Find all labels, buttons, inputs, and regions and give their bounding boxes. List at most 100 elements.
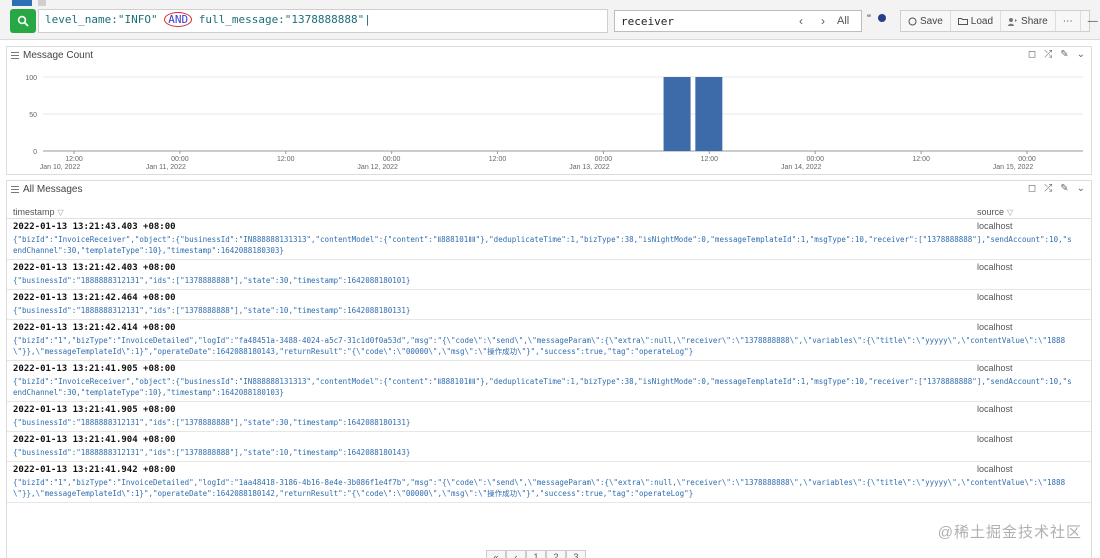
chevron-down-icon[interactable]: ⌄: [1077, 183, 1085, 194]
collapse-button[interactable]: —: [1081, 11, 1100, 31]
row-source[interactable]: localhost: [977, 262, 1013, 272]
table-row[interactable]: 2022-01-13 13:21:41.905 +08:00 localhost {…: [7, 402, 1091, 432]
x-tick-time: 12:00: [277, 156, 295, 163]
row-timestamp: 2022-01-13 13:21:42.464 +08:00: [13, 293, 176, 303]
sort-icon[interactable]: ▽: [58, 208, 64, 217]
row-source[interactable]: localhost: [977, 404, 1013, 414]
share-icon: [1008, 17, 1018, 26]
column-source-label: source: [977, 207, 1005, 217]
column-source[interactable]: source ▽: [977, 207, 1013, 217]
y-tick-label: 0: [33, 149, 37, 156]
sort-icon[interactable]: ▽: [1007, 208, 1013, 217]
row-timestamp: 2022-01-13 13:21:41.905 +08:00: [13, 364, 176, 374]
page-button[interactable]: 1: [526, 550, 546, 558]
query-and-operator: AND: [164, 12, 193, 27]
find-all-button[interactable]: All: [837, 15, 849, 27]
message-count-chart: 100 50 0 12:00 Jan 10, 2022 00:00 Jan 11, 202…: [25, 75, 1083, 171]
folder-icon: [957, 18, 968, 25]
query-part-level: level_name:"INFO": [45, 13, 165, 26]
table-row[interactable]: 2022-01-13 13:21:42.403 +08:00 localhost {…: [7, 260, 1091, 290]
expand-icon[interactable]: ◻: [1028, 49, 1036, 60]
load-label: Load: [970, 15, 994, 27]
x-tick-date: Jan 11, 2022: [146, 164, 186, 171]
x-tick-date: Jan 10, 2022: [40, 164, 81, 171]
table-row[interactable]: 2022-01-13 13:21:42.414 +08:00 localhost {…: [7, 320, 1091, 361]
expand-icon[interactable]: ◻: [1028, 183, 1036, 194]
pagination: «‹ 1 2 3: [486, 550, 586, 558]
row-source[interactable]: localhost: [977, 221, 1013, 231]
row-message: {"bizId":"1","bizType":"InvoiceDetailed"…: [13, 336, 1066, 356]
x-tick-time: 00:00: [383, 156, 401, 163]
menu-icon[interactable]: [11, 186, 19, 193]
column-timestamp[interactable]: timestamp ▽: [13, 207, 64, 217]
page-button[interactable]: «: [486, 550, 506, 558]
x-tick-time: 00:00: [1018, 156, 1036, 163]
save-button[interactable]: Save: [901, 11, 951, 31]
watermark: @稀土掘金技术社区: [937, 524, 1082, 541]
search-query-input[interactable]: level_name:"INFO" AND full_message:"1378…: [38, 9, 608, 33]
all-messages-header: All Messages ◻ ⤮ ✎ ⌄: [7, 181, 1091, 197]
y-axis: 100 50 0: [25, 75, 1083, 156]
x-tick-date: Jan 15, 2022: [993, 164, 1034, 171]
page-button[interactable]: 2: [546, 550, 566, 558]
row-source[interactable]: localhost: [977, 292, 1013, 302]
table-row[interactable]: 2022-01-13 13:21:42.464 +08:00 localhost {…: [7, 290, 1091, 320]
x-tick-date: Jan 12, 2022: [357, 164, 398, 171]
row-timestamp: 2022-01-13 13:21:43.403 +08:00: [13, 222, 176, 232]
share-label: Share: [1021, 15, 1048, 27]
search-button[interactable]: [10, 9, 36, 33]
x-tick-time: 00:00: [595, 156, 613, 163]
top-bar: level_name:"INFO" AND full_message:"1378…: [0, 0, 1100, 40]
x-tick-date: Jan 14, 2022: [781, 164, 822, 171]
shuffle-icon[interactable]: ⤮: [1044, 49, 1052, 60]
more-button[interactable]: ⋯: [1056, 11, 1081, 31]
find-prev-button[interactable]: ‹: [799, 14, 803, 28]
share-button[interactable]: Share: [1001, 11, 1056, 31]
x-tick-time: 12:00: [489, 156, 507, 163]
save-icon: [908, 17, 917, 25]
menu-icon[interactable]: [11, 52, 19, 59]
row-source[interactable]: localhost: [977, 363, 1013, 373]
row-message: {"businessId":"1888888312131","ids":["13…: [13, 448, 411, 457]
find-option-button[interactable]: ": [864, 13, 874, 25]
all-messages-panel: All Messages ◻ ⤮ ✎ ⌄ timestamp ▽ source ▽ …: [6, 180, 1092, 558]
row-message: {"businessId":"1888888312131","ids":["13…: [13, 306, 411, 315]
y-tick-label: 50: [29, 112, 37, 119]
find-input[interactable]: receiver: [621, 15, 674, 28]
pin-icon[interactable]: [878, 14, 886, 22]
page-button[interactable]: ‹: [506, 550, 526, 558]
save-label: Save: [920, 15, 943, 27]
y-tick-label: 100: [25, 75, 37, 82]
message-count-title: Message Count: [23, 50, 94, 61]
table-header: timestamp ▽ source ▽: [7, 203, 1091, 219]
chart-bar: [663, 77, 691, 151]
row-source[interactable]: localhost: [977, 464, 1013, 474]
find-next-button[interactable]: ›: [821, 14, 825, 28]
row-timestamp: 2022-01-13 13:21:41.904 +08:00: [13, 435, 176, 445]
app-tab[interactable]: [38, 0, 46, 6]
page-button[interactable]: 3: [566, 550, 586, 558]
load-button[interactable]: Load: [951, 11, 1002, 31]
row-source[interactable]: localhost: [977, 322, 1013, 332]
table-row[interactable]: 2022-01-13 13:21:43.403 +08:00 localhost {…: [7, 219, 1091, 260]
x-tick-time: 00:00: [806, 156, 824, 163]
message-count-header: Message Count ◻ ⤮ ✎ ⌄: [7, 47, 1091, 63]
row-source[interactable]: localhost: [977, 434, 1013, 444]
table-row[interactable]: 2022-01-13 13:21:41.942 +08:00 localhost {…: [7, 462, 1091, 503]
search-icon: [17, 15, 29, 27]
row-timestamp: 2022-01-13 13:21:42.414 +08:00: [13, 323, 176, 333]
row-timestamp: 2022-01-13 13:21:42.403 +08:00: [13, 263, 176, 273]
app-tab-active[interactable]: [12, 0, 32, 6]
row-message: {"bizId":"1","bizType":"InvoiceDetailed"…: [13, 478, 1066, 498]
chart-bar: [695, 77, 723, 151]
edit-icon[interactable]: ✎: [1060, 183, 1068, 194]
shuffle-icon[interactable]: ⤮: [1044, 183, 1052, 194]
chevron-down-icon[interactable]: ⌄: [1077, 49, 1085, 60]
query-part-message: full_message:"1378888888"|: [192, 13, 371, 26]
all-messages-title: All Messages: [23, 184, 83, 195]
table-row[interactable]: 2022-01-13 13:21:41.905 +08:00 localhost {…: [7, 361, 1091, 402]
table-row[interactable]: 2022-01-13 13:21:41.904 +08:00 localhost {…: [7, 432, 1091, 462]
message-count-panel: Message Count ◻ ⤮ ✎ ⌄ 100 50 0 12:00 Jan 10…: [6, 46, 1092, 175]
row-message: {"businessId":"1888888312131","ids":["13…: [13, 418, 411, 427]
edit-icon[interactable]: ✎: [1060, 49, 1068, 60]
